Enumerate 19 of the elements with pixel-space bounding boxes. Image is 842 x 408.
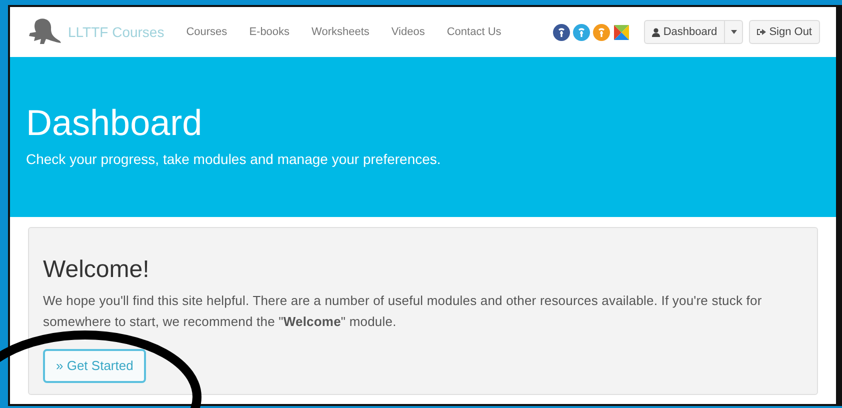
sign-out-button[interactable]: Sign Out — [749, 20, 820, 44]
nav-link[interactable]: Courses — [186, 24, 228, 40]
dashboard-button[interactable]: Dashboard — [644, 20, 726, 44]
welcome-text: We hope you'll find this site helpful. There are a number of useful modules and other resources available. If you're stuck for somewhere to start, we recommend the "Welcome" module. — [43, 292, 763, 331]
nav-link[interactable]: Contact Us — [446, 24, 502, 40]
page-title: Dashboard — [26, 103, 204, 143]
cross-icon[interactable] — [613, 24, 630, 40]
nav-link[interactable]: Worksheets — [312, 24, 370, 40]
caret-icon — [730, 30, 737, 34]
dropdown-button[interactable] — [725, 20, 744, 44]
user-icon — [652, 28, 660, 36]
sign-out-icon — [757, 28, 766, 36]
welcome-heading: Welcome! — [43, 256, 150, 284]
get-started-button[interactable]: » Get Started — [43, 349, 146, 383]
social-icon[interactable] — [553, 24, 570, 40]
page-subtitle: Check your progress, take modules and manage your preferences. — [26, 150, 442, 169]
logo-icon[interactable] — [26, 17, 64, 47]
nav-link[interactable]: Videos — [391, 24, 425, 40]
nav-link[interactable]: E-books — [249, 24, 290, 40]
